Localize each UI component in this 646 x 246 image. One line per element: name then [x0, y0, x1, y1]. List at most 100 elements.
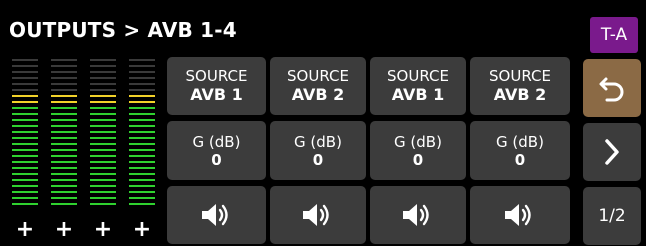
- meter-segment: [90, 137, 116, 139]
- speaker-icon: [201, 204, 228, 226]
- source-value: AVB 2: [493, 85, 547, 104]
- meter-segment: [12, 71, 38, 73]
- meter-segment: [129, 65, 155, 67]
- gain-label: G (dB): [496, 132, 544, 151]
- meter-segment: [51, 113, 77, 115]
- meter-segment: [90, 59, 116, 61]
- meter-segment: [129, 59, 155, 61]
- meter-segment: [12, 149, 38, 151]
- level-meter: [90, 59, 116, 209]
- next-button[interactable]: [583, 123, 641, 181]
- source-button[interactable]: SOURCE AVB 2: [470, 57, 570, 115]
- gain-label: G (dB): [192, 132, 241, 151]
- source-button[interactable]: SOURCE AVB 1: [370, 57, 466, 115]
- meter-segment: [90, 149, 116, 151]
- mode-button[interactable]: T-A: [590, 17, 638, 53]
- meter-segment: [129, 125, 155, 127]
- source-button[interactable]: SOURCE AVB 2: [270, 57, 366, 115]
- meter-segment: [90, 185, 116, 187]
- gain-button[interactable]: G (dB) 0: [370, 121, 466, 180]
- meter-segment: [90, 203, 116, 205]
- meter-segment: [12, 161, 38, 163]
- level-meter: [51, 59, 77, 209]
- meter-segment: [51, 149, 77, 151]
- meter-plus-button[interactable]: +: [12, 219, 38, 241]
- meter-segment: [12, 137, 38, 139]
- meter-segment: [51, 137, 77, 139]
- mute-button[interactable]: [167, 186, 266, 244]
- level-meter: [129, 59, 155, 209]
- meter-segment: [129, 107, 155, 109]
- meter-segment: [51, 173, 77, 175]
- gain-value: 0: [312, 150, 324, 169]
- meter-segment: [51, 95, 77, 97]
- meter-segment: [51, 83, 77, 85]
- meter-plus-button[interactable]: +: [51, 219, 77, 241]
- meter-segment: [51, 167, 77, 169]
- meter-segment: [51, 155, 77, 157]
- back-button[interactable]: [583, 59, 641, 117]
- meter-segment: [12, 185, 38, 187]
- meter-segment: [90, 173, 116, 175]
- meter-segment: [12, 119, 38, 121]
- gain-button[interactable]: G (dB) 0: [470, 121, 570, 180]
- page-indicator-button[interactable]: 1/2: [583, 187, 641, 245]
- meter-segment: [51, 101, 77, 103]
- source-label: SOURCE: [387, 67, 449, 85]
- meter-segment: [129, 173, 155, 175]
- meter-segment: [90, 101, 116, 103]
- meter-segment: [129, 113, 155, 115]
- meter-segment: [51, 185, 77, 187]
- meter-segment: [51, 65, 77, 67]
- mute-button[interactable]: [370, 186, 466, 244]
- meter-segment: [51, 191, 77, 193]
- meter-segment: [51, 77, 77, 79]
- meter-segment: [51, 197, 77, 199]
- meter-segment: [129, 77, 155, 79]
- speaker-icon: [403, 204, 429, 226]
- meter-segment: [90, 95, 116, 97]
- meter-segment: [12, 125, 38, 127]
- mute-button[interactable]: [470, 186, 570, 244]
- meter-segment: [90, 155, 116, 157]
- meter-segment: [129, 197, 155, 199]
- meter-segment: [51, 59, 77, 61]
- speaker-icon: [505, 204, 531, 226]
- chevron-right-icon: [605, 139, 619, 165]
- meter-segment: [129, 155, 155, 157]
- meter-plus-button[interactable]: +: [90, 219, 116, 241]
- meter-segment: [90, 131, 116, 133]
- meter-segment: [129, 203, 155, 205]
- meter-segment: [12, 155, 38, 157]
- meter-segment: [129, 71, 155, 73]
- source-button[interactable]: SOURCE AVB 1: [167, 57, 266, 115]
- meter-segment: [90, 125, 116, 127]
- level-meter: [12, 59, 38, 209]
- meter-segment: [90, 119, 116, 121]
- meter-segment: [90, 107, 116, 109]
- meter-segment: [12, 131, 38, 133]
- meter-segment: [12, 77, 38, 79]
- gain-value: 0: [514, 150, 526, 169]
- meter-segment: [12, 107, 38, 109]
- source-label: SOURCE: [489, 67, 551, 85]
- undo-arrow-icon: [599, 77, 624, 102]
- meter-segment: [90, 179, 116, 181]
- meter-plus-button[interactable]: +: [129, 219, 155, 241]
- meter-segment: [90, 167, 116, 169]
- meter-segment: [129, 101, 155, 103]
- meter-segment: [129, 179, 155, 181]
- source-label: SOURCE: [185, 67, 248, 85]
- mute-button[interactable]: [270, 186, 366, 244]
- gain-label: G (dB): [394, 132, 442, 151]
- meter-segment: [51, 161, 77, 163]
- gain-value: 0: [211, 150, 222, 169]
- gain-button[interactable]: G (dB) 0: [167, 121, 266, 180]
- meter-segment: [90, 143, 116, 145]
- meter-segment: [51, 143, 77, 145]
- gain-button[interactable]: G (dB) 0: [270, 121, 366, 180]
- meter-segment: [12, 89, 38, 91]
- meter-segment: [12, 95, 38, 97]
- meter-segment: [90, 77, 116, 79]
- meter-segment: [90, 65, 116, 67]
